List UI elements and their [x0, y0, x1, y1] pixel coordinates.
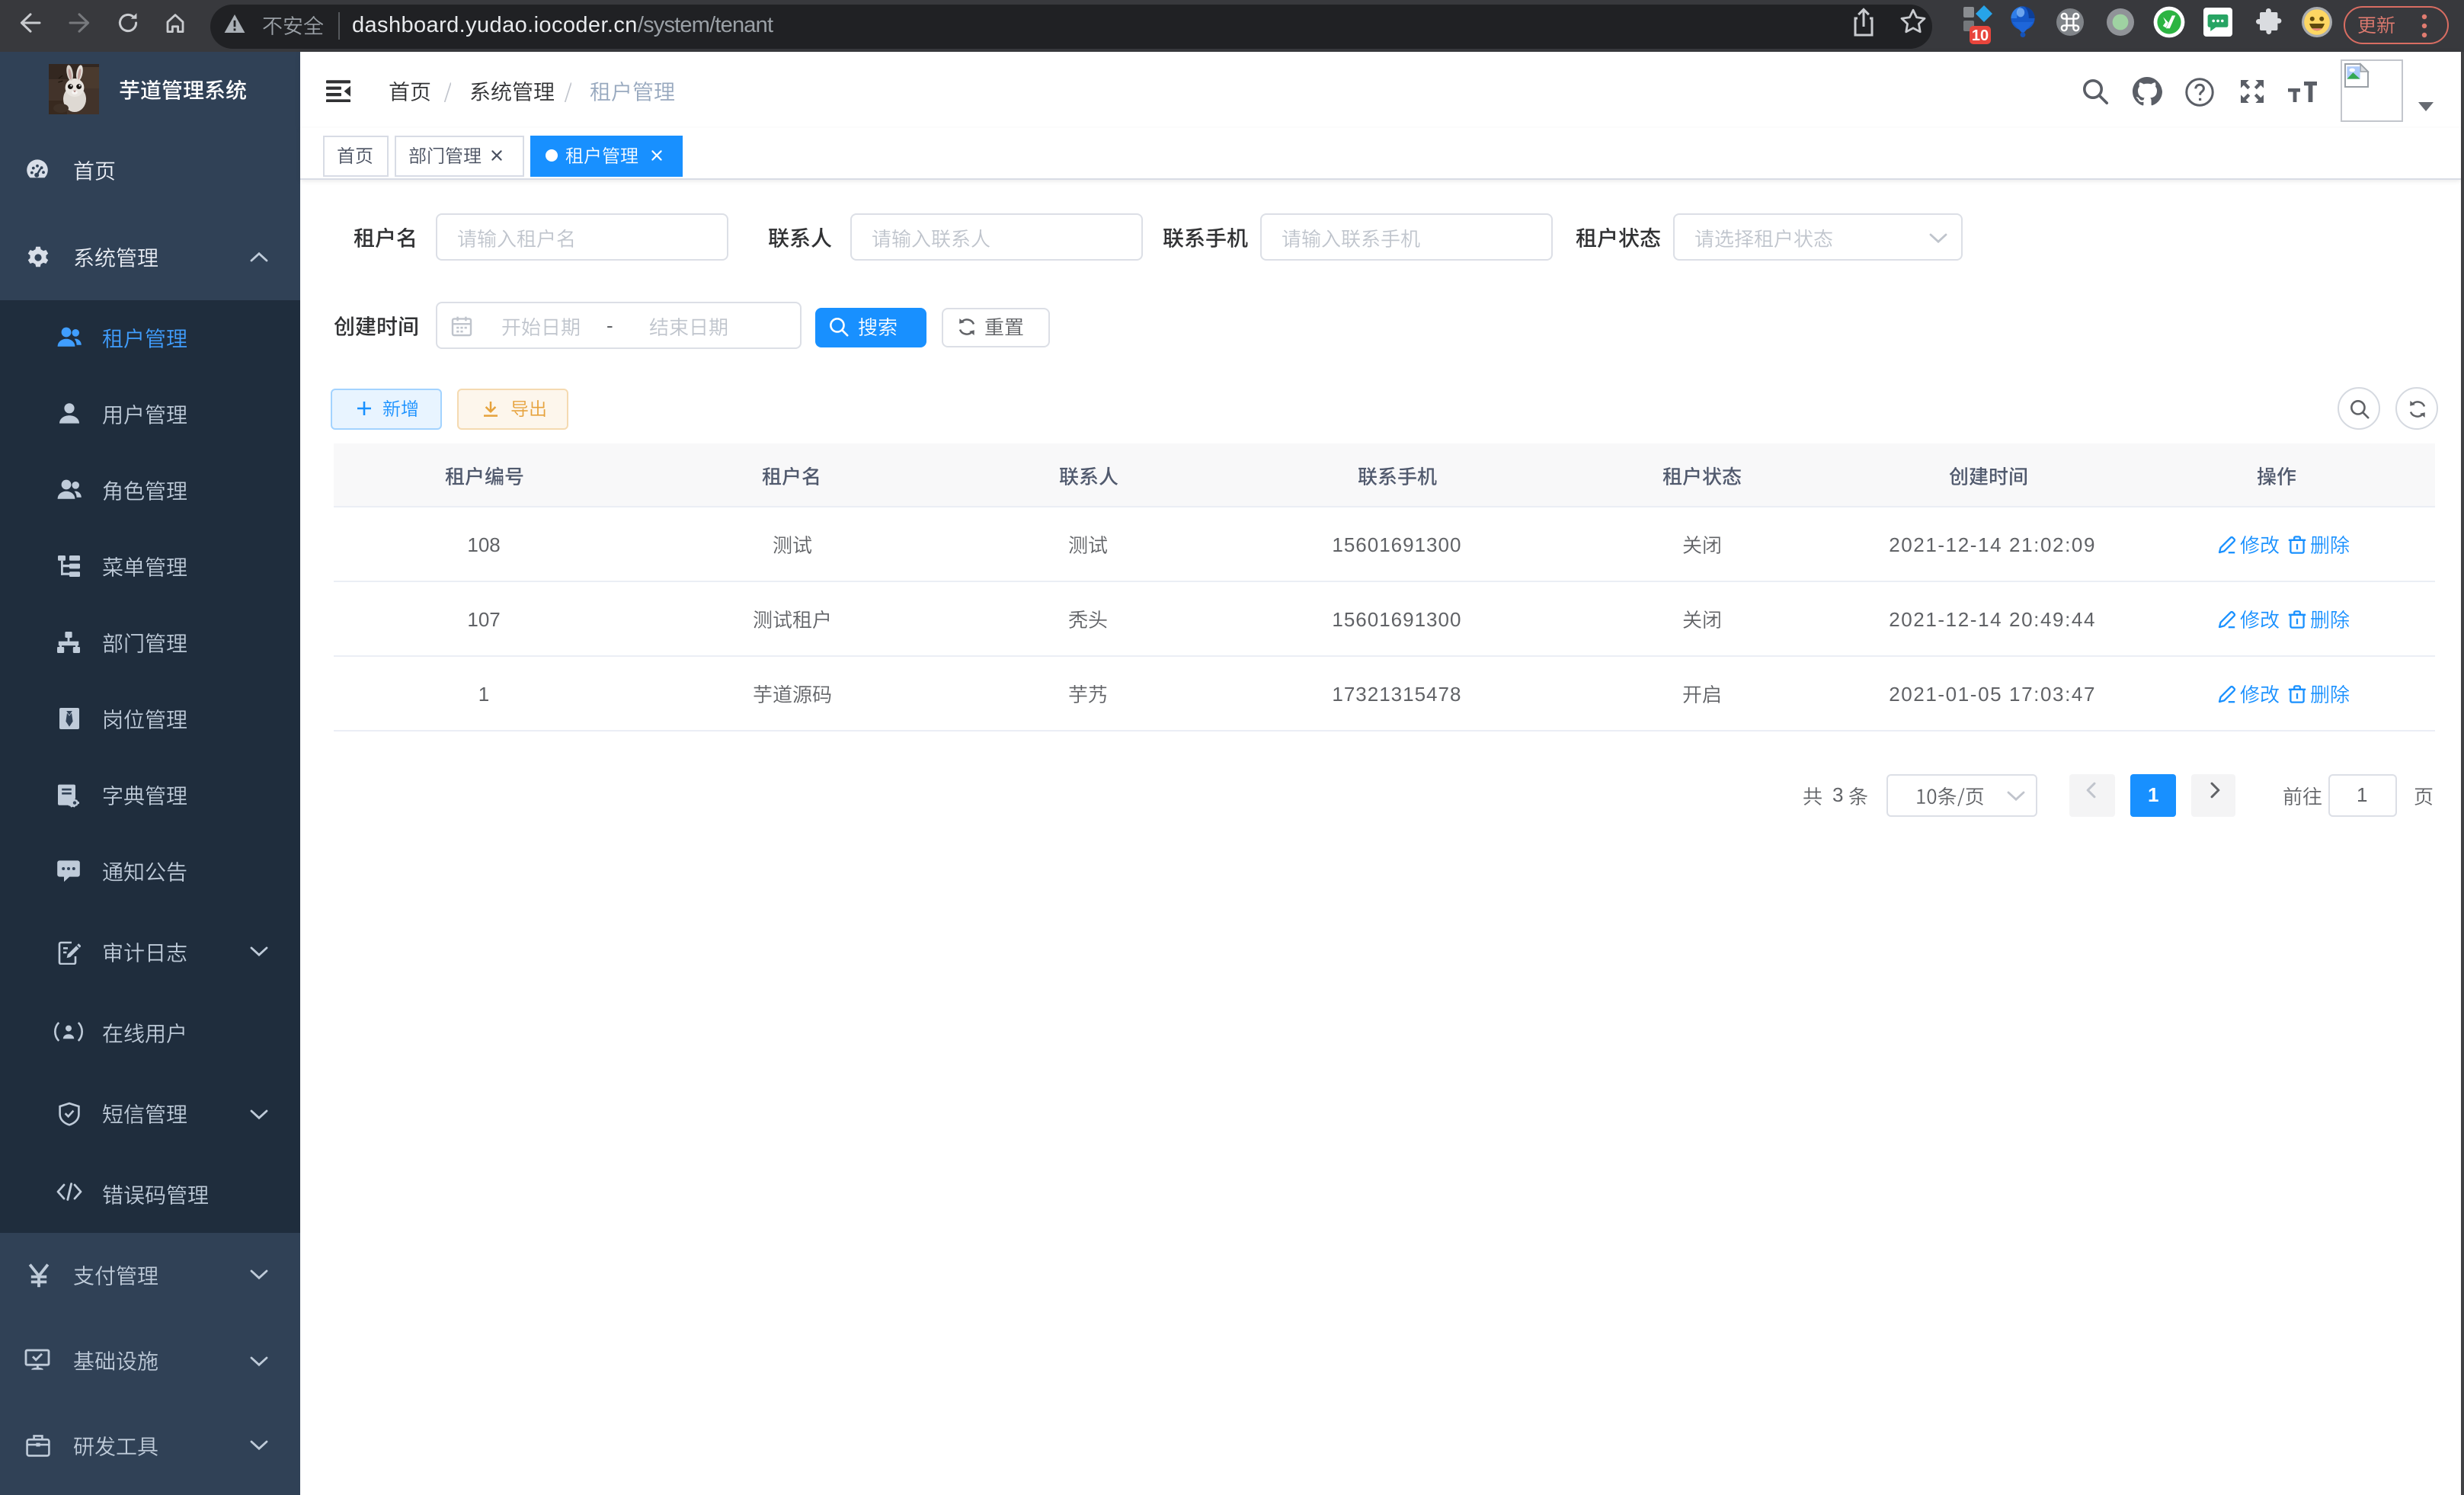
- svg-text:10: 10: [1972, 27, 1989, 44]
